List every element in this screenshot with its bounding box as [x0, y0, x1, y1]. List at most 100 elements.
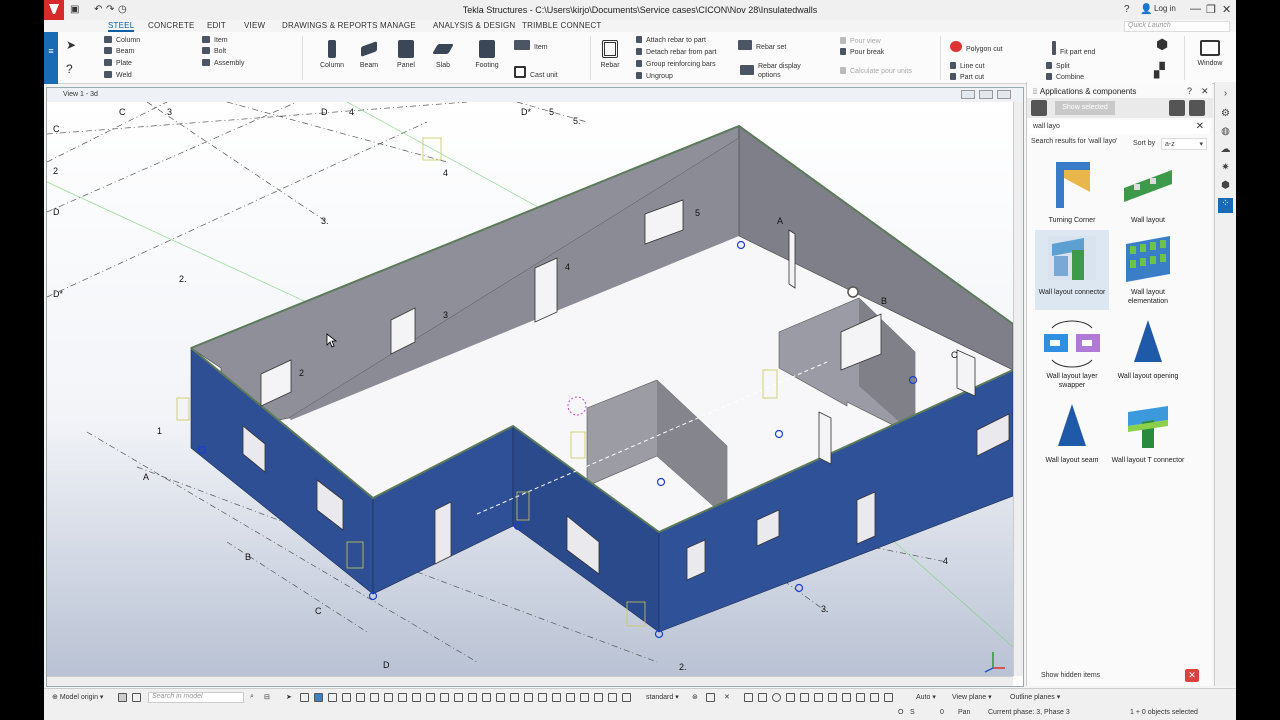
select-edge-icon[interactable]: [608, 693, 617, 702]
ribbon-big-footing[interactable]: Footing: [467, 36, 507, 69]
snap-line-icon[interactable]: [814, 693, 823, 702]
line-cut[interactable]: Line cut: [950, 62, 985, 70]
snap-nearest-icon[interactable]: [800, 693, 809, 702]
window-button[interactable]: Window: [1190, 36, 1230, 67]
hamburger-menu-button[interactable]: ≡: [44, 32, 58, 84]
view-close-button[interactable]: [997, 90, 1011, 99]
component-turning-corner[interactable]: Turning Corner: [1035, 158, 1109, 225]
tab-concrete[interactable]: CONCRETE: [148, 21, 195, 30]
snap-perp-icon[interactable]: [786, 693, 795, 702]
select-surface-icon[interactable]: [440, 693, 449, 702]
tab-trimble-connect[interactable]: TRIMBLE CONNECT: [522, 21, 601, 30]
cloud-icon[interactable]: ☁: [1218, 144, 1233, 159]
snap-center-icon[interactable]: [772, 693, 781, 702]
hidden-items-close-button[interactable]: ✕: [1185, 669, 1199, 682]
select-rebar-icon[interactable]: [426, 693, 435, 702]
snap-free-icon[interactable]: [842, 693, 851, 702]
component-wall-layout-layer-swapper[interactable]: Wall layout layer swapper: [1035, 314, 1109, 390]
expand-arrow-icon[interactable]: ›: [1218, 88, 1233, 103]
snap-edge-icon[interactable]: [828, 693, 837, 702]
component-wall-layout-opening[interactable]: Wall layout opening: [1111, 314, 1185, 381]
rebar-set[interactable]: Rebar set: [738, 40, 786, 51]
select-component-icon[interactable]: [328, 693, 337, 702]
restore-icon[interactable]: ❐: [1206, 3, 1216, 16]
select-cut-icon[interactable]: [370, 693, 379, 702]
rotation-center-icon[interactable]: [847, 286, 859, 298]
select-reference-icon[interactable]: [468, 693, 477, 702]
user-icon[interactable]: 👤: [1140, 4, 1152, 15]
ribbon-plate[interactable]: Plate: [104, 59, 132, 67]
fit-part-end[interactable]: Fit part end: [1052, 41, 1095, 56]
login-link[interactable]: Log in: [1154, 4, 1176, 13]
snap-ref-icon[interactable]: [856, 693, 865, 702]
applications-icon[interactable]: ⁘: [1218, 198, 1233, 213]
panel-help-icon[interactable]: ?: [1187, 86, 1192, 96]
outline-planes-select[interactable]: Outline planes ▾: [1010, 693, 1060, 701]
ribbon-assembly[interactable]: Assembly: [202, 59, 244, 67]
ribbon-bolt[interactable]: Bolt: [202, 47, 226, 55]
show-hidden-items-label[interactable]: Show hidden items: [1041, 672, 1100, 679]
close-icon[interactable]: ✕: [1222, 3, 1231, 16]
ribbon-item[interactable]: Item: [202, 36, 228, 44]
select-grid-icon[interactable]: [384, 693, 393, 702]
select-bolt-icon[interactable]: [342, 693, 351, 702]
settings-icon[interactable]: ✷: [1218, 162, 1233, 177]
horizontal-scrollbar[interactable]: [47, 676, 1013, 686]
view-minimize-button[interactable]: [961, 90, 975, 99]
detach-rebar[interactable]: Detach rebar from part: [636, 48, 716, 56]
select-arrow-icon[interactable]: ➤: [66, 38, 76, 52]
select-link-icon[interactable]: [524, 693, 533, 702]
combine[interactable]: Combine: [1046, 73, 1084, 81]
sort-select[interactable]: a-z ▾: [1161, 138, 1207, 150]
view-plane-select[interactable]: View plane ▾: [952, 693, 992, 701]
tab-steel[interactable]: STEEL: [108, 21, 135, 32]
select-point-icon[interactable]: [398, 693, 407, 702]
pour-break[interactable]: Pour break: [840, 48, 884, 56]
tab-manage[interactable]: MANAGE: [380, 21, 416, 30]
inquire-icon[interactable]: ?: [66, 62, 73, 76]
properties-icon[interactable]: ⚙: [1218, 108, 1233, 123]
cube-icon[interactable]: ⬢: [1156, 36, 1168, 53]
part-cut[interactable]: Part cut: [950, 73, 984, 81]
ribbon-cast-item[interactable]: Item: [514, 40, 548, 51]
quick-launch-input[interactable]: Quick Launch: [1124, 21, 1230, 32]
select-group-icon[interactable]: [510, 693, 519, 702]
snap-end-icon[interactable]: [706, 693, 715, 702]
snap-mid-icon[interactable]: [758, 693, 767, 702]
minimize-icon[interactable]: —: [1190, 3, 1201, 15]
model-canvas[interactable]: C 3 D 4 D* 5 5. C 2 D 3. 2. D* 4 5 4 3 2…: [47, 102, 1013, 676]
filter-icon[interactable]: ⊟: [264, 693, 270, 701]
ribbon-big-beam[interactable]: Beam: [349, 36, 389, 69]
ribbon-big-panel[interactable]: Panel: [386, 36, 426, 69]
search-icon[interactable]: ⌕: [250, 693, 254, 701]
grid-snap-icon[interactable]: [132, 693, 141, 702]
snap-override-icon[interactable]: [870, 693, 879, 702]
polygon-cut[interactable]: Polygon cut: [950, 41, 1003, 53]
collapse-icon[interactable]: [1189, 100, 1205, 116]
snap-plane-icon[interactable]: [884, 693, 893, 702]
select-assembly-icon[interactable]: [314, 693, 323, 702]
component-search-input[interactable]: wall layo ✕: [1029, 120, 1209, 134]
ungroup[interactable]: Ungroup: [636, 72, 673, 80]
calculate-pour-units[interactable]: Calculate pour units: [840, 67, 912, 75]
ribbon-column[interactable]: Column: [104, 36, 140, 44]
select-weld-icon[interactable]: [356, 693, 365, 702]
attach-rebar[interactable]: Attach rebar to part: [636, 36, 706, 44]
select-marker-icon[interactable]: [566, 693, 575, 702]
tab-view[interactable]: VIEW: [244, 21, 265, 30]
component-wall-layout[interactable]: Wall layout: [1111, 158, 1185, 225]
ribbon-rebar[interactable]: Rebar: [590, 36, 630, 69]
split[interactable]: Split: [1046, 62, 1070, 70]
select-object-icon[interactable]: [482, 693, 491, 702]
auto-select[interactable]: Auto ▾: [916, 693, 936, 701]
model-origin-select[interactable]: ⊕ Model origin ▾: [52, 693, 103, 701]
ribbon-weld[interactable]: Weld: [104, 71, 132, 79]
tab-drawings-reports[interactable]: DRAWINGS & REPORTS: [282, 21, 378, 30]
clear-search-icon[interactable]: ✕: [1196, 121, 1204, 132]
select-plane-icon[interactable]: [412, 693, 421, 702]
standard-select[interactable]: standard ▾: [646, 693, 679, 701]
ribbon-big-slab[interactable]: Slab: [423, 36, 463, 69]
select-pour-icon[interactable]: [454, 693, 463, 702]
snap-settings-icon[interactable]: ⊛: [692, 693, 698, 701]
help-icon[interactable]: ?: [1124, 4, 1130, 15]
